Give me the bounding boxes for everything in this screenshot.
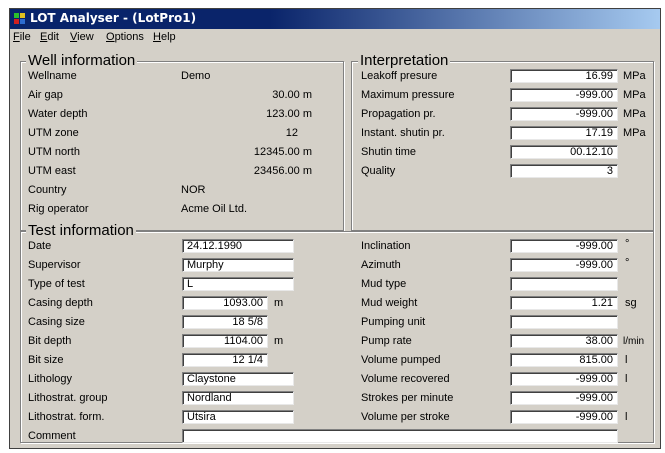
bit-depth-unit: m: [274, 335, 284, 347]
azimuth-unit: °: [625, 257, 630, 269]
well-info-title: Well information: [26, 52, 138, 69]
bit-size-label: Bit size: [28, 354, 64, 366]
pump-rate-label: Pump rate: [361, 335, 412, 347]
utm-north-label: UTM north: [28, 146, 80, 158]
menu-file[interactable]: File: [13, 31, 31, 43]
country-value: NOR: [181, 184, 206, 196]
volume-recovered-field[interactable]: -999.00: [510, 372, 618, 386]
volume-pumped-unit: l: [625, 354, 628, 366]
date-label: Date: [28, 240, 52, 252]
rig-operator-value: Acme Oil Ltd.: [181, 203, 248, 215]
air-gap-value: 30.00 m: [272, 89, 312, 101]
leakoff-pressure-field[interactable]: 16.99: [510, 69, 618, 83]
window-title: LOT Analyser - (LotPro1): [30, 11, 197, 25]
lithology-label: Lithology: [28, 373, 73, 385]
lithostrat-group-label: Lithostrat. group: [28, 392, 108, 404]
country-label: Country: [28, 184, 67, 196]
mud-type-label: Mud type: [361, 278, 407, 290]
casing-depth-unit: m: [274, 297, 284, 309]
bit-size-field[interactable]: 12 1/4: [182, 353, 268, 367]
quality-label: Quality: [361, 165, 396, 177]
mud-weight-label: Mud weight: [361, 297, 418, 309]
pump-rate-unit: l/min: [623, 336, 645, 347]
bit-depth-field[interactable]: 1104.00: [182, 334, 268, 348]
app-window: LOT Analyser - (LotPro1) File Edit View …: [9, 8, 661, 449]
mud-type-field[interactable]: [510, 277, 618, 291]
azimuth-label: Azimuth: [361, 259, 401, 271]
utm-zone-label: UTM zone: [28, 127, 79, 139]
menu-options[interactable]: Options: [106, 31, 144, 43]
utm-north-value: 12345.00 m: [253, 146, 312, 158]
azimuth-field[interactable]: -999.00: [510, 258, 618, 272]
inclination-unit: °: [625, 238, 630, 250]
supervisor-field[interactable]: Murphy: [182, 258, 294, 272]
comment-label: Comment: [28, 430, 76, 442]
volume-pumped-field[interactable]: 815.00: [510, 353, 618, 367]
casing-size-label: Casing size: [28, 316, 85, 328]
volume-per-stroke-unit: l: [625, 411, 628, 423]
type-of-test-label: Type of test: [28, 278, 85, 290]
app-icon: [14, 13, 25, 24]
leakoff-pressure-label: Leakoff presure: [361, 70, 438, 82]
propagation-pressure-field[interactable]: -999.00: [510, 107, 618, 121]
quality-field[interactable]: 3: [510, 164, 618, 178]
date-field[interactable]: 24.12.1990: [182, 239, 294, 253]
volume-per-stroke-field[interactable]: -999.00: [510, 410, 618, 424]
strokes-per-minute-field[interactable]: -999.00: [510, 391, 618, 405]
volume-recovered-unit: l: [625, 373, 628, 385]
lithostrat-form-field[interactable]: Utsira: [182, 410, 294, 424]
title-bar[interactable]: LOT Analyser - (LotPro1): [10, 9, 660, 29]
air-gap-label: Air gap: [28, 89, 63, 101]
wellname-label: Wellname: [28, 70, 77, 82]
pumping-unit-label: Pumping unit: [361, 316, 426, 328]
supervisor-label: Supervisor: [28, 259, 81, 271]
utm-zone-value: 12: [285, 127, 298, 139]
pump-rate-field[interactable]: 38.00: [510, 334, 618, 348]
mud-weight-unit: sg: [625, 297, 637, 309]
rig-operator-label: Rig operator: [28, 203, 89, 215]
test-info-title: Test information: [26, 222, 136, 239]
shutin-time-field[interactable]: 00.12.10: [510, 145, 618, 159]
instant-shutin-pressure-field[interactable]: 17.19: [510, 126, 618, 140]
instant-shutin-pressure-unit: MPa: [623, 127, 646, 139]
instant-shutin-pressure-label: Instant. shutin pr.: [361, 127, 445, 139]
utm-east-value: 23456.00 m: [253, 165, 312, 177]
inclination-field[interactable]: -999.00: [510, 239, 618, 253]
water-depth-label: Water depth: [28, 108, 88, 120]
pumping-unit-field[interactable]: [510, 315, 618, 329]
maximum-pressure-field[interactable]: -999.00: [510, 88, 618, 102]
menu-help[interactable]: Help: [153, 31, 176, 43]
wellname-value: Demo: [181, 70, 211, 82]
propagation-pressure-label: Propagation pr.: [361, 108, 436, 120]
volume-per-stroke-label: Volume per stroke: [361, 411, 450, 423]
strokes-per-minute-label: Strokes per minute: [361, 392, 454, 404]
type-of-test-field[interactable]: L: [182, 277, 294, 291]
inclination-label: Inclination: [361, 240, 411, 252]
mud-weight-field[interactable]: 1.21: [510, 296, 618, 310]
propagation-pressure-unit: MPa: [623, 108, 646, 120]
bit-depth-label: Bit depth: [28, 335, 72, 347]
menu-bar: File Edit View Options Help: [10, 29, 660, 47]
lithostrat-form-label: Lithostrat. form.: [28, 411, 105, 423]
volume-pumped-label: Volume pumped: [361, 354, 441, 366]
shutin-time-label: Shutin time: [361, 146, 417, 158]
comment-field[interactable]: [182, 429, 618, 443]
volume-recovered-label: Volume recovered: [361, 373, 450, 385]
utm-east-label: UTM east: [28, 165, 76, 177]
maximum-pressure-label: Maximum pressure: [361, 89, 455, 101]
interpretation-title: Interpretation: [358, 52, 451, 69]
casing-depth-field[interactable]: 1093.00: [182, 296, 268, 310]
lithostrat-group-field[interactable]: Nordland: [182, 391, 294, 405]
menu-view[interactable]: View: [70, 31, 94, 43]
casing-size-field[interactable]: 18 5/8: [182, 315, 268, 329]
maximum-pressure-unit: MPa: [623, 89, 646, 101]
lithology-field[interactable]: Claystone: [182, 372, 294, 386]
casing-depth-label: Casing depth: [28, 297, 93, 309]
water-depth-value: 123.00 m: [266, 108, 312, 120]
leakoff-pressure-unit: MPa: [623, 70, 646, 82]
menu-edit[interactable]: Edit: [40, 31, 59, 43]
